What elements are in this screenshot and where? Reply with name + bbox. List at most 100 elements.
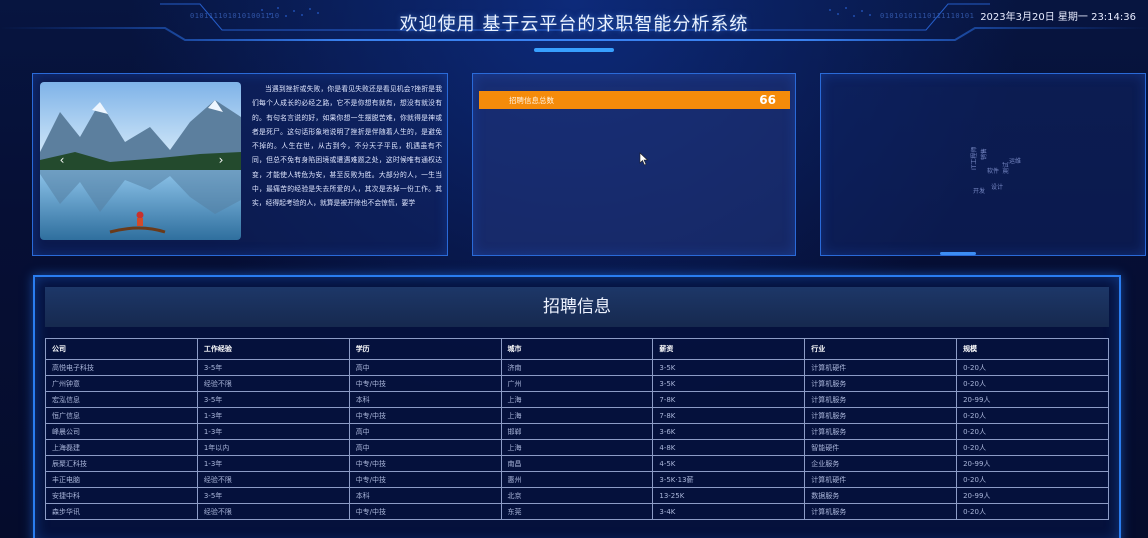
table-cell: 高中: [348, 359, 502, 376]
table-cell: 计算机服务: [804, 375, 958, 392]
column-header[interactable]: 规模: [956, 338, 1109, 360]
table-cell: 0-20人: [956, 471, 1109, 488]
wordcloud-panel: IT工程师 销售 软件 测试 运维 开发 设计: [820, 73, 1146, 256]
table-cell: 上海磊建: [45, 439, 198, 456]
table-row[interactable]: 广州钟意 经验不限 中专/中技 广州 3-5K 计算机服务 0-20人: [45, 375, 1109, 392]
table-cell: 1-3年: [196, 407, 350, 424]
lake-landscape-image: [40, 82, 241, 240]
table-cell: 3-5K·13薪: [652, 471, 806, 488]
mouse-cursor-icon: [639, 152, 649, 166]
table-cell: 中专/中技: [348, 375, 502, 392]
table-cell: 邯郸: [500, 423, 654, 440]
table-cell: 7-8K: [652, 407, 806, 424]
wordcloud-word: 软件: [987, 168, 1000, 175]
table-cell: 3-5K: [652, 375, 806, 392]
table-row[interactable]: 森步华讯 经验不限 中专/中技 东莞 3-4K 计算机服务 0-20人: [45, 503, 1109, 520]
table-cell: 东莞: [500, 503, 654, 520]
table-cell: 广州钟意: [45, 375, 198, 392]
table-cell: 南昌: [500, 455, 654, 472]
job-total-label: 招聘信息总数: [509, 95, 554, 105]
table-cell: 20-99人: [956, 391, 1109, 408]
table-cell: 辰聚汇科技: [45, 455, 198, 472]
table-cell: 计算机服务: [804, 423, 958, 440]
table-cell: 7-8K: [652, 391, 806, 408]
table-cell: 高中: [348, 423, 502, 440]
table-cell: 中专/中技: [348, 455, 502, 472]
table-cell: 3-5年: [196, 359, 350, 376]
table-cell: 1-3年: [196, 423, 350, 440]
table-cell: 本科: [348, 391, 502, 408]
table-cell: 中专/中技: [348, 503, 502, 520]
column-header[interactable]: 薪资: [652, 338, 806, 360]
table-cell: 上海: [500, 407, 654, 424]
table-row[interactable]: 恒广信息 1-3年 中专/中技 上海 7-8K 计算机服务 0-20人: [45, 407, 1109, 424]
table-cell: 4-5K: [652, 455, 806, 472]
table-cell: 0-20人: [956, 407, 1109, 424]
table-cell: 上海: [500, 439, 654, 456]
wordcloud-word: 运维: [1009, 158, 1022, 165]
panel-indicator: [940, 252, 976, 255]
jobs-section: 招聘信息 公司 工作经验 学历 城市 薪资 行业 规模 高悦电子科技 3-5年 高中…: [33, 275, 1121, 538]
table-cell: 3-6K: [652, 423, 806, 440]
wordcloud-word: 设计: [991, 184, 1004, 191]
table-cell: 3-5年: [196, 487, 350, 504]
wordcloud-word: 开发: [973, 188, 986, 195]
essay-text: 当遇到挫折或失败，你是看见失败还是看见机会?挫折是我们每个人成长的必经之路，它不…: [252, 85, 442, 208]
table-cell: 中专/中技: [348, 471, 502, 488]
table-cell: 高中: [348, 439, 502, 456]
table-cell: 数据服务: [804, 487, 958, 504]
jobs-table: 公司 工作经验 学历 城市 薪资 行业 规模 高悦电子科技 3-5年 高中 济南 3-5…: [45, 338, 1109, 520]
table-cell: 智能硬件: [804, 439, 958, 456]
table-row[interactable]: 峰晨公司 1-3年 高中 邯郸 3-6K 计算机服务 0-20人: [45, 423, 1109, 440]
table-row[interactable]: 上海磊建 1年以内 高中 上海 4-8K 智能硬件 0-20人: [45, 439, 1109, 456]
intro-panel: ‹ › 当遇到挫折或失败，你是看见失败还是看见机会?挫折是我们每个人成长的必经之…: [32, 73, 448, 256]
table-row[interactable]: 丰正电脑 经验不限 中专/中技 惠州 3-5K·13薪 计算机硬件 0-20人: [45, 471, 1109, 488]
table-cell: 计算机服务: [804, 407, 958, 424]
column-header[interactable]: 行业: [804, 338, 958, 360]
table-cell: 广州: [500, 375, 654, 392]
table-cell: 计算机硬件: [804, 359, 958, 376]
table-row[interactable]: 安捷中科 3-5年 本科 北京 13-25K 数据服务 20-99人: [45, 487, 1109, 504]
column-header[interactable]: 公司: [45, 338, 198, 360]
datetime-display: 2023年3月20日 星期一 23:14:36: [980, 12, 1136, 23]
table-cell: 济南: [500, 359, 654, 376]
image-carousel[interactable]: ‹ ›: [40, 82, 241, 240]
carousel-prev-button[interactable]: ‹: [55, 152, 69, 168]
table-cell: 0-20人: [956, 423, 1109, 440]
table-cell: 0-20人: [956, 503, 1109, 520]
table-cell: 20-99人: [956, 487, 1109, 504]
table-cell: 0-20人: [956, 359, 1109, 376]
wordcloud-word: 销售: [981, 147, 988, 160]
table-cell: 20-99人: [956, 455, 1109, 472]
table-cell: 13-25K: [652, 487, 806, 504]
table-cell: 4-8K: [652, 439, 806, 456]
table-cell: 经验不限: [196, 471, 350, 488]
table-cell: 经验不限: [196, 375, 350, 392]
table-cell: 宏泓信息: [45, 391, 198, 408]
column-header[interactable]: 工作经验: [196, 338, 350, 360]
table-cell: 1年以内: [196, 439, 350, 456]
table-row[interactable]: 高悦电子科技 3-5年 高中 济南 3-5K 计算机硬件 0-20人: [45, 359, 1109, 376]
table-cell: 上海: [500, 391, 654, 408]
table-cell: 高悦电子科技: [45, 359, 198, 376]
header: 0101111010101001110 01010101110111110101…: [0, 0, 1148, 58]
table-cell: 经验不限: [196, 503, 350, 520]
table-cell: 安捷中科: [45, 487, 198, 504]
table-cell: 计算机服务: [804, 503, 958, 520]
column-header[interactable]: 城市: [500, 338, 654, 360]
wordcloud-word: IT工程师: [971, 146, 978, 170]
table-cell: 企业服务: [804, 455, 958, 472]
table-cell: 北京: [500, 487, 654, 504]
column-header[interactable]: 学历: [348, 338, 502, 360]
table-cell: 0-20人: [956, 375, 1109, 392]
table-cell: 惠州: [500, 471, 654, 488]
wordcloud: IT工程师 销售 软件 测试 运维 开发 设计: [821, 74, 1147, 257]
table-header-row: 公司 工作经验 学历 城市 薪资 行业 规模: [45, 338, 1109, 360]
table-cell: 峰晨公司: [45, 423, 198, 440]
table-row[interactable]: 辰聚汇科技 1-3年 中专/中技 南昌 4-5K 企业服务 20-99人: [45, 455, 1109, 472]
carousel-next-button[interactable]: ›: [214, 152, 228, 168]
page-title: 欢迎使用 基于云平台的求职智能分析系统: [399, 14, 749, 35]
table-row[interactable]: 宏泓信息 3-5年 本科 上海 7-8K 计算机服务 20-99人: [45, 391, 1109, 408]
table-cell: 0-20人: [956, 439, 1109, 456]
table-cell: 计算机服务: [804, 391, 958, 408]
